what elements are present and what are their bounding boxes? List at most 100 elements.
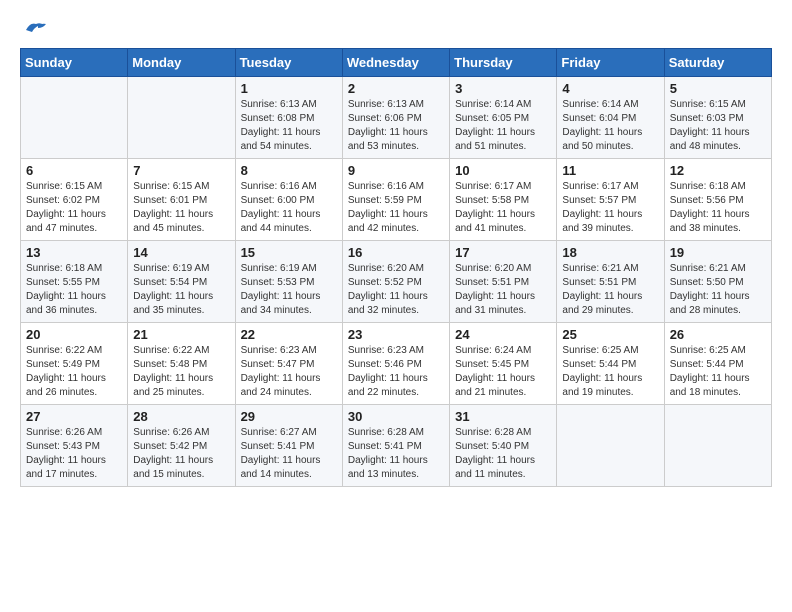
calendar-week-row: 13 Sunrise: 6:18 AM Sunset: 5:55 PM Dayli… (21, 241, 772, 323)
day-number: 18 (562, 245, 658, 260)
day-info: Sunrise: 6:20 AM Sunset: 5:51 PM Dayligh… (455, 262, 551, 318)
day-info: Sunrise: 6:18 AM Sunset: 5:55 PM Dayligh… (26, 262, 122, 318)
calendar-cell: 31 Sunrise: 6:28 AM Sunset: 5:40 PM Dayli… (450, 405, 557, 487)
day-info: Sunrise: 6:18 AM Sunset: 5:56 PM Dayligh… (670, 180, 766, 236)
weekday-header-tuesday: Tuesday (235, 49, 342, 77)
day-info: Sunrise: 6:19 AM Sunset: 5:53 PM Dayligh… (241, 262, 337, 318)
day-number: 31 (455, 409, 551, 424)
day-info: Sunrise: 6:15 AM Sunset: 6:03 PM Dayligh… (670, 98, 766, 154)
day-number: 4 (562, 81, 658, 96)
calendar-week-row: 6 Sunrise: 6:15 AM Sunset: 6:02 PM Daylig… (21, 159, 772, 241)
day-info: Sunrise: 6:26 AM Sunset: 5:43 PM Dayligh… (26, 426, 122, 482)
day-info: Sunrise: 6:16 AM Sunset: 5:59 PM Dayligh… (348, 180, 444, 236)
day-number: 7 (133, 163, 229, 178)
calendar-cell: 13 Sunrise: 6:18 AM Sunset: 5:55 PM Dayli… (21, 241, 128, 323)
day-number: 23 (348, 327, 444, 342)
day-info: Sunrise: 6:20 AM Sunset: 5:52 PM Dayligh… (348, 262, 444, 318)
day-number: 24 (455, 327, 551, 342)
day-info: Sunrise: 6:22 AM Sunset: 5:49 PM Dayligh… (26, 344, 122, 400)
day-info: Sunrise: 6:14 AM Sunset: 6:05 PM Dayligh… (455, 98, 551, 154)
day-info: Sunrise: 6:25 AM Sunset: 5:44 PM Dayligh… (670, 344, 766, 400)
day-number: 9 (348, 163, 444, 178)
weekday-header-friday: Friday (557, 49, 664, 77)
day-number: 5 (670, 81, 766, 96)
day-number: 26 (670, 327, 766, 342)
calendar-cell: 23 Sunrise: 6:23 AM Sunset: 5:46 PM Dayli… (342, 323, 449, 405)
day-number: 28 (133, 409, 229, 424)
calendar-cell: 10 Sunrise: 6:17 AM Sunset: 5:58 PM Dayli… (450, 159, 557, 241)
day-number: 12 (670, 163, 766, 178)
day-number: 29 (241, 409, 337, 424)
day-info: Sunrise: 6:19 AM Sunset: 5:54 PM Dayligh… (133, 262, 229, 318)
day-number: 19 (670, 245, 766, 260)
calendar-cell: 19 Sunrise: 6:21 AM Sunset: 5:50 PM Dayli… (664, 241, 771, 323)
logo (20, 20, 46, 38)
calendar-cell (128, 77, 235, 159)
calendar-header-row: SundayMondayTuesdayWednesdayThursdayFrid… (21, 49, 772, 77)
day-info: Sunrise: 6:14 AM Sunset: 6:04 PM Dayligh… (562, 98, 658, 154)
weekday-header-sunday: Sunday (21, 49, 128, 77)
calendar-cell: 24 Sunrise: 6:24 AM Sunset: 5:45 PM Dayli… (450, 323, 557, 405)
day-number: 15 (241, 245, 337, 260)
calendar-cell: 5 Sunrise: 6:15 AM Sunset: 6:03 PM Daylig… (664, 77, 771, 159)
day-info: Sunrise: 6:17 AM Sunset: 5:58 PM Dayligh… (455, 180, 551, 236)
calendar-cell: 16 Sunrise: 6:20 AM Sunset: 5:52 PM Dayli… (342, 241, 449, 323)
calendar-cell: 28Sunrise: 6:26 AM Sunset: 5:42 PM Dayli… (128, 405, 235, 487)
day-info: Sunrise: 6:23 AM Sunset: 5:47 PM Dayligh… (241, 344, 337, 400)
day-number: 2 (348, 81, 444, 96)
day-info: Sunrise: 6:28 AM Sunset: 5:40 PM Dayligh… (455, 426, 551, 482)
day-info: Sunrise: 6:25 AM Sunset: 5:44 PM Dayligh… (562, 344, 658, 400)
calendar-week-row: 20 Sunrise: 6:22 AM Sunset: 5:49 PM Dayli… (21, 323, 772, 405)
calendar-cell (664, 405, 771, 487)
calendar-week-row: 1 Sunrise: 6:13 AM Sunset: 6:08 PM Daylig… (21, 77, 772, 159)
weekday-header-wednesday: Wednesday (342, 49, 449, 77)
weekday-header-thursday: Thursday (450, 49, 557, 77)
calendar-cell: 6 Sunrise: 6:15 AM Sunset: 6:02 PM Daylig… (21, 159, 128, 241)
day-number: 25 (562, 327, 658, 342)
day-number: 22 (241, 327, 337, 342)
day-number: 11 (562, 163, 658, 178)
calendar-cell: 14 Sunrise: 6:19 AM Sunset: 5:54 PM Dayli… (128, 241, 235, 323)
day-number: 14 (133, 245, 229, 260)
calendar-cell: 25 Sunrise: 6:25 AM Sunset: 5:44 PM Dayli… (557, 323, 664, 405)
calendar-cell: 30 Sunrise: 6:28 AM Sunset: 5:41 PM Dayli… (342, 405, 449, 487)
calendar-cell: 18Sunrise: 6:21 AM Sunset: 5:51 PM Dayli… (557, 241, 664, 323)
calendar-cell: 1 Sunrise: 6:13 AM Sunset: 6:08 PM Daylig… (235, 77, 342, 159)
calendar-cell: 9 Sunrise: 6:16 AM Sunset: 5:59 PM Daylig… (342, 159, 449, 241)
page-header (20, 20, 772, 38)
day-info: Sunrise: 6:23 AM Sunset: 5:46 PM Dayligh… (348, 344, 444, 400)
calendar-cell: 2 Sunrise: 6:13 AM Sunset: 6:06 PM Daylig… (342, 77, 449, 159)
calendar-cell (21, 77, 128, 159)
calendar-cell: 15 Sunrise: 6:19 AM Sunset: 5:53 PM Dayli… (235, 241, 342, 323)
weekday-header-saturday: Saturday (664, 49, 771, 77)
day-info: Sunrise: 6:21 AM Sunset: 5:50 PM Dayligh… (670, 262, 766, 318)
day-number: 20 (26, 327, 122, 342)
calendar-cell: 4 Sunrise: 6:14 AM Sunset: 6:04 PM Daylig… (557, 77, 664, 159)
calendar-cell: 12 Sunrise: 6:18 AM Sunset: 5:56 PM Dayli… (664, 159, 771, 241)
calendar-cell: 7Sunrise: 6:15 AM Sunset: 6:01 PM Daylig… (128, 159, 235, 241)
day-number: 16 (348, 245, 444, 260)
logo-bird-icon (24, 20, 46, 38)
calendar-cell: 11Sunrise: 6:17 AM Sunset: 5:57 PM Dayli… (557, 159, 664, 241)
day-number: 21 (133, 327, 229, 342)
day-info: Sunrise: 6:16 AM Sunset: 6:00 PM Dayligh… (241, 180, 337, 236)
day-number: 1 (241, 81, 337, 96)
weekday-header-monday: Monday (128, 49, 235, 77)
day-number: 30 (348, 409, 444, 424)
day-info: Sunrise: 6:13 AM Sunset: 6:06 PM Dayligh… (348, 98, 444, 154)
day-info: Sunrise: 6:24 AM Sunset: 5:45 PM Dayligh… (455, 344, 551, 400)
day-number: 10 (455, 163, 551, 178)
calendar-cell: 20 Sunrise: 6:22 AM Sunset: 5:49 PM Dayli… (21, 323, 128, 405)
calendar-cell: 3 Sunrise: 6:14 AM Sunset: 6:05 PM Daylig… (450, 77, 557, 159)
calendar-cell: 27Sunrise: 6:26 AM Sunset: 5:43 PM Dayli… (21, 405, 128, 487)
calendar-cell: 21Sunrise: 6:22 AM Sunset: 5:48 PM Dayli… (128, 323, 235, 405)
day-info: Sunrise: 6:13 AM Sunset: 6:08 PM Dayligh… (241, 98, 337, 154)
day-info: Sunrise: 6:15 AM Sunset: 6:02 PM Dayligh… (26, 180, 122, 236)
day-number: 3 (455, 81, 551, 96)
day-number: 6 (26, 163, 122, 178)
day-number: 13 (26, 245, 122, 260)
day-number: 17 (455, 245, 551, 260)
calendar-cell: 17 Sunrise: 6:20 AM Sunset: 5:51 PM Dayli… (450, 241, 557, 323)
day-info: Sunrise: 6:28 AM Sunset: 5:41 PM Dayligh… (348, 426, 444, 482)
calendar-cell: 8Sunrise: 6:16 AM Sunset: 6:00 PM Daylig… (235, 159, 342, 241)
